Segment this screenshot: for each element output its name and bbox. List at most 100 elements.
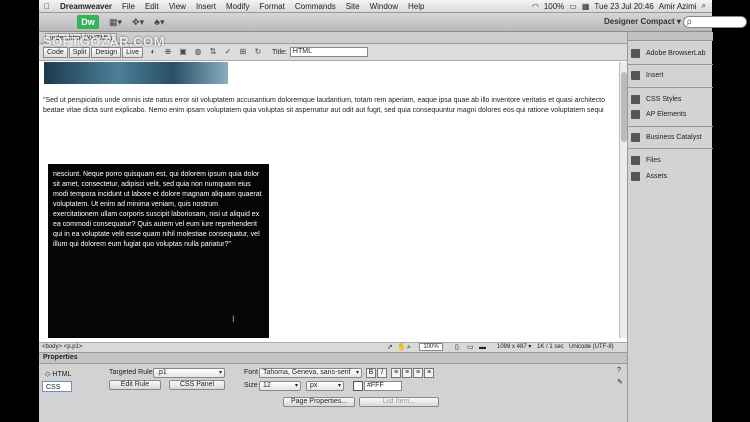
- tag-selector[interactable]: <body> <p.p1>: [42, 343, 82, 352]
- site-icon[interactable]: ♣▾: [154, 17, 164, 28]
- properties-title[interactable]: Properties: [43, 353, 78, 363]
- align-center-icon[interactable]: ≡: [402, 368, 412, 378]
- title-input[interactable]: HTML: [289, 47, 368, 57]
- menu-commands[interactable]: Commands: [290, 2, 341, 11]
- size-select[interactable]: 12: [259, 381, 301, 391]
- html-mode-label: HTML: [52, 371, 72, 378]
- menu-insert[interactable]: Insert: [191, 2, 221, 11]
- apple-icon[interactable]: : [39, 2, 55, 11]
- bold-button[interactable]: B: [366, 368, 376, 378]
- window-size-select[interactable]: 1099 x 487 ▾: [497, 343, 531, 352]
- refresh-icon[interactable]: ↻: [252, 47, 264, 57]
- layout-icon[interactable]: ▦▾: [109, 17, 122, 28]
- assets-icon: [631, 171, 640, 181]
- menu-format[interactable]: Format: [255, 2, 290, 11]
- application-bar: Dw ▦▾ ✥▾ ♣▾ Designer Compact ▾ ρ: [39, 13, 747, 32]
- battery-level[interactable]: 100%: [544, 2, 564, 11]
- flag-icon[interactable]: ▦: [582, 2, 590, 11]
- spotlight-icon[interactable]: ⌕: [702, 1, 706, 11]
- document-window: index.html (XHTML) Code Split Design Liv…: [39, 32, 627, 352]
- size-label: Size: [244, 382, 258, 389]
- menu-view[interactable]: View: [164, 2, 191, 11]
- extend-icon[interactable]: ✥▾: [132, 17, 144, 28]
- css-panel-button[interactable]: CSS Panel: [169, 380, 225, 390]
- select-tool-icon[interactable]: ➚: [387, 344, 394, 351]
- align-right-icon[interactable]: ≡: [413, 368, 423, 378]
- panel-divider: [628, 126, 713, 127]
- page-properties-button[interactable]: Page Properties...: [283, 397, 355, 407]
- vertical-scrollbar[interactable]: [619, 62, 627, 338]
- desktop-size-icon[interactable]: ▬: [479, 344, 486, 351]
- encoding-label: Unicode (UTF-8): [569, 344, 614, 350]
- panel-browserlab[interactable]: Adobe BrowserLab: [631, 47, 711, 60]
- help-icon[interactable]: ?: [617, 367, 621, 374]
- help-search-input[interactable]: ρ: [683, 16, 747, 28]
- menu-site[interactable]: Site: [341, 2, 365, 11]
- menu-edit[interactable]: Edit: [140, 2, 164, 11]
- color-input[interactable]: #FFF: [364, 381, 402, 391]
- files-icon: [631, 155, 640, 165]
- list-item-button[interactable]: List Item...: [359, 397, 439, 407]
- mobile-size-icon[interactable]: ▯: [455, 344, 462, 351]
- check-browser-icon[interactable]: ✓: [222, 47, 234, 57]
- font-label: Font: [244, 369, 259, 376]
- font-select[interactable]: Tahoma, Geneva, sans-serif: [259, 368, 362, 378]
- panel-ap-elements-label: AP Elements: [646, 111, 687, 118]
- panel-assets[interactable]: Assets: [631, 170, 711, 183]
- panel-ap-elements[interactable]: AP Elements: [631, 108, 711, 121]
- panel-files-label: Files: [646, 157, 661, 164]
- zoom-select[interactable]: 100%: [419, 343, 443, 351]
- business-catalyst-icon: [631, 132, 640, 142]
- menu-help[interactable]: Help: [403, 2, 429, 11]
- menu-file[interactable]: File: [117, 2, 140, 11]
- paragraph-white-text[interactable]: nesciunt. Neque porro quisquam est, qui …: [53, 170, 265, 250]
- targeted-rule-label: Targeted Rule: [109, 369, 153, 376]
- title-label: Title:: [272, 48, 287, 56]
- targeted-rule-select[interactable]: .p1: [153, 368, 225, 378]
- edit-rule-button[interactable]: Edit Rule: [109, 380, 161, 390]
- zoom-tool-icon[interactable]: ⌕: [407, 344, 414, 351]
- color-swatch[interactable]: [353, 381, 363, 391]
- panel-css-styles[interactable]: CSS Styles: [631, 93, 711, 106]
- align-justify-icon[interactable]: ≡: [424, 368, 434, 378]
- hand-tool-icon[interactable]: ✋: [397, 344, 406, 351]
- tablet-size-icon[interactable]: ▭: [467, 344, 474, 351]
- size-unit-select[interactable]: px: [306, 381, 344, 391]
- properties-panel: Properties ◇ HTML CSS Targeted Rule .p1 …: [39, 352, 627, 422]
- text-cursor-icon: I: [232, 314, 235, 324]
- panel-business-catalyst[interactable]: Business Catalyst: [631, 131, 711, 144]
- mac-menu-bar:  Dreamweaver File Edit View Insert Modi…: [39, 0, 712, 13]
- dreamweaver-logo: Dw: [77, 15, 99, 29]
- design-view-canvas[interactable]: "Sed ut perspiciatis unde omnis iste nat…: [39, 62, 619, 338]
- panel-css-styles-label: CSS Styles: [646, 96, 682, 103]
- multiscreen-icon[interactable]: ▣: [177, 47, 189, 57]
- html-mode-button[interactable]: ◇ HTML: [42, 369, 72, 380]
- workspace-switcher[interactable]: Designer Compact ▾: [604, 17, 681, 26]
- download-time: 1K / 1 sec: [537, 344, 564, 350]
- menu-window[interactable]: Window: [365, 2, 403, 11]
- panel-files[interactable]: Files: [631, 154, 711, 167]
- menu-app-name[interactable]: Dreamweaver: [55, 2, 117, 11]
- file-management-icon[interactable]: ⇅: [207, 47, 219, 57]
- panel-dock: Adobe BrowserLab Insert CSS Styles AP El…: [627, 32, 713, 422]
- quick-tag-editor-icon[interactable]: ✎: [617, 378, 623, 386]
- paragraph-text[interactable]: "Sed ut perspiciatis unde omnis iste nat…: [43, 96, 613, 116]
- italic-button[interactable]: I: [377, 368, 387, 378]
- panel-assets-label: Assets: [646, 173, 668, 180]
- wifi-icon[interactable]: ◠: [532, 2, 539, 11]
- menu-clock[interactable]: Tue 23 Jul 20:46: [594, 2, 653, 11]
- banner-image: [44, 62, 228, 84]
- panel-business-catalyst-label: Business Catalyst: [646, 134, 702, 141]
- battery-icon: ▭: [569, 1, 577, 11]
- preview-browser-icon[interactable]: ◍: [192, 47, 204, 57]
- insert-icon: [631, 70, 640, 80]
- menu-modify[interactable]: Modify: [221, 2, 255, 11]
- menu-user[interactable]: Amir Azimi: [659, 2, 697, 11]
- panel-insert[interactable]: Insert: [631, 69, 711, 82]
- styled-paragraph-box[interactable]: nesciunt. Neque porro quisquam est, qui …: [48, 164, 269, 338]
- css-mode-button[interactable]: CSS: [42, 381, 72, 392]
- document-status-bar: <body> <p.p1> ➚ ✋ ⌕ 100% ▯ ▭ ▬ 1099 x 48…: [39, 342, 627, 352]
- ap-elements-icon: [631, 109, 640, 119]
- visual-aids-icon[interactable]: ⊞: [237, 47, 249, 57]
- align-left-icon[interactable]: ≡: [391, 368, 401, 378]
